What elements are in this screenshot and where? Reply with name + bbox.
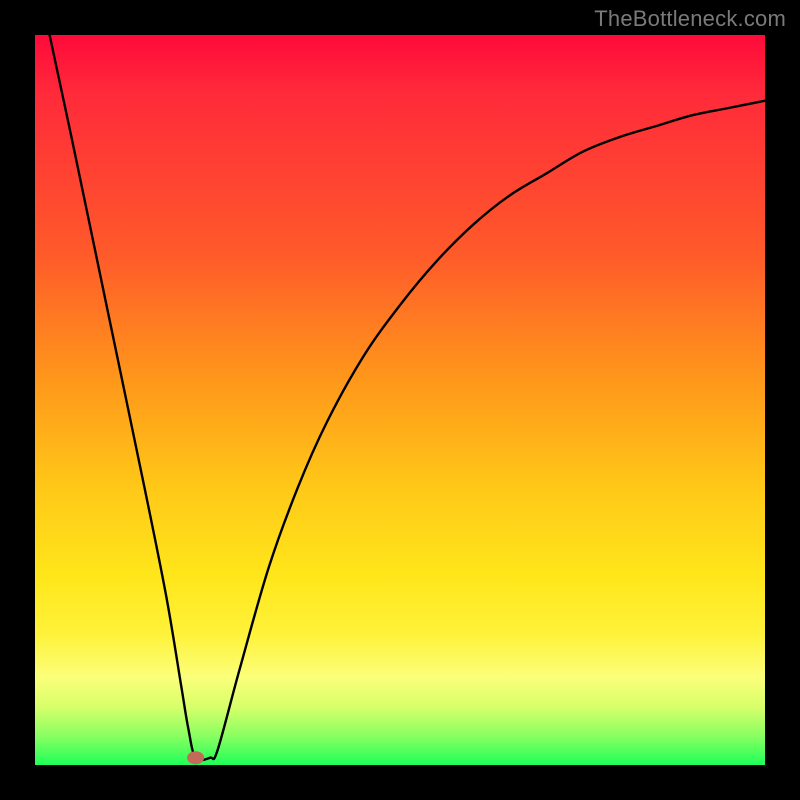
watermark-label: TheBottleneck.com: [594, 6, 786, 32]
minimum-point-dot: [188, 752, 204, 764]
chart-frame: TheBottleneck.com: [0, 0, 800, 800]
plot-area: [35, 35, 765, 765]
bottleneck-curve: [50, 35, 765, 760]
curve-layer: [35, 35, 765, 765]
